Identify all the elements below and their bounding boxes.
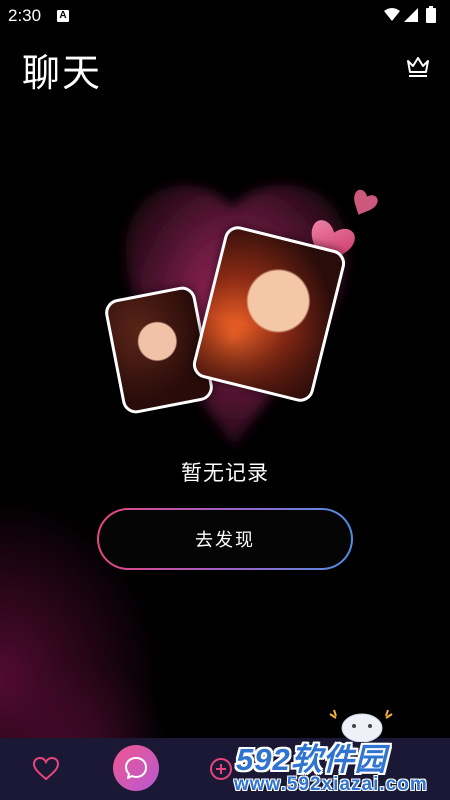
- empty-state-message: 暂无记录: [181, 462, 269, 485]
- watermark: 592软件园 www.592xiazai.com: [226, 709, 450, 800]
- watermark-url: www.592xiazai.com: [234, 774, 428, 795]
- discover-button[interactable]: 去发现: [97, 508, 353, 570]
- chat-icon: [125, 757, 147, 779]
- watermark-brand: 592软件园: [236, 742, 387, 777]
- heart-illustration: [125, 184, 378, 448]
- chat-tab[interactable]: [113, 745, 159, 791]
- heart-icon[interactable]: [33, 757, 59, 781]
